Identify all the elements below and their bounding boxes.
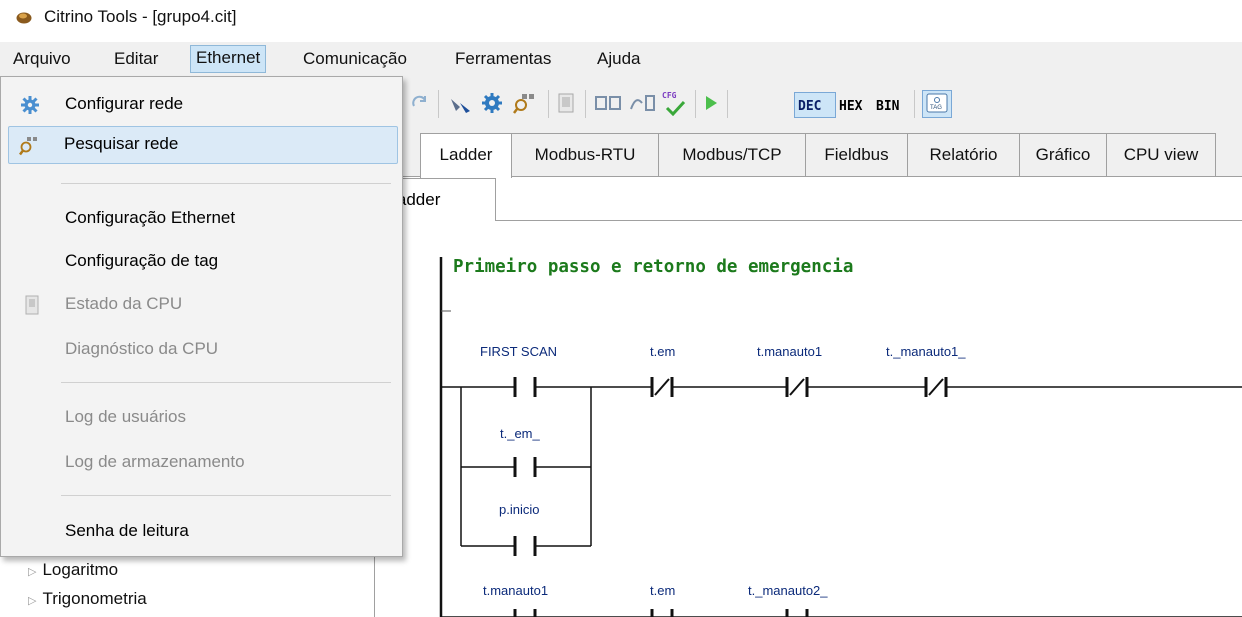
cpu-status-icon (25, 295, 39, 315)
menu-item-estado-da-cpu[interactable]: Estado da CPU (2, 286, 401, 322)
bin-button[interactable]: BIN (876, 99, 899, 114)
tree-item-trigonometria[interactable]: ▷ Trigonometria (28, 589, 147, 609)
app-logo-icon (16, 12, 32, 24)
toolbar-separator (585, 90, 586, 118)
expand-arrow-icon[interactable]: ▷ (28, 595, 36, 607)
menu-item-senha-de-leitura[interactable]: Senha de leitura (2, 513, 401, 549)
expand-arrow-icon[interactable]: ▷ (28, 566, 36, 578)
tab-modbus-tcp[interactable]: Modbus/TCP (658, 133, 806, 176)
menu-item-label: Senha de leitura (65, 521, 189, 540)
window-title: Citrino Tools - [grupo4.cit] (44, 7, 237, 26)
tag-label: TAG (930, 105, 942, 111)
ladder-diagram[interactable] (375, 221, 1242, 617)
menu-item-label: Diagnóstico da CPU (65, 339, 219, 358)
tree-item-label: Logaritmo (42, 560, 119, 579)
menu-editar[interactable]: Editar (109, 46, 163, 72)
hex-button[interactable]: HEX (839, 99, 862, 114)
menu-arquivo[interactable]: Arquivo (8, 46, 76, 72)
menu-separator (61, 495, 391, 496)
menu-item-label: Estado da CPU (65, 294, 183, 313)
toolbar-separator (695, 90, 696, 118)
menu-item-label: Pesquisar rede (64, 134, 179, 153)
menu-item-log-de-usuarios[interactable]: Log de usuários (2, 399, 401, 435)
menu-comunicacao[interactable]: Comunicação (298, 46, 412, 72)
menu-ethernet[interactable]: Ethernet (190, 45, 267, 73)
menu-item-configuracao-ethernet[interactable]: Configuração Ethernet (2, 200, 401, 236)
menu-item-label: Log de armazenamento (65, 452, 245, 471)
ethernet-dropdown-menu: Configurar rede Pesquisar rede Configura… (0, 76, 403, 557)
tree-item-label: Trigonometria (42, 589, 147, 608)
gap (516, 381, 534, 393)
menu-item-label: Configurar rede (65, 94, 184, 113)
cfg-check-label: CFG (662, 91, 677, 100)
contact-no (513, 609, 809, 617)
tab-modbus-rtu[interactable]: Modbus-RTU (511, 133, 659, 176)
menu-item-pesquisar-rede[interactable]: Pesquisar rede (8, 126, 398, 164)
run-icon[interactable] (703, 94, 719, 112)
write-icon[interactable] (448, 91, 474, 115)
cpu-icon[interactable] (556, 92, 576, 114)
menu-item-configuracao-de-tag[interactable]: Configuração de tag (2, 243, 401, 279)
connect-icon[interactable] (594, 93, 624, 113)
menu-item-log-de-armazenamento[interactable]: Log de armazenamento (2, 444, 401, 480)
network-search-icon[interactable] (512, 91, 538, 115)
toolbar-separator (438, 90, 439, 118)
tree-item-logaritmo[interactable]: ▷ Logaritmo (28, 560, 118, 580)
settings-gear-icon[interactable] (480, 91, 504, 115)
menu-separator (61, 382, 391, 383)
menu-separator (61, 183, 391, 184)
menu-item-label: Log de usuários (65, 407, 186, 426)
tag-button[interactable]: TAG (922, 90, 952, 118)
gear-icon (21, 96, 39, 114)
redo-icon[interactable] (410, 92, 430, 112)
toolbar-separator (727, 90, 728, 118)
menu-item-configurar-rede[interactable]: Configurar rede (2, 86, 401, 122)
menu-ajuda[interactable]: Ajuda (592, 46, 645, 72)
menu-item-diagnostico-da-cpu[interactable]: Diagnóstico da CPU (2, 331, 401, 367)
menu-item-label: Configuração de tag (65, 251, 219, 270)
dec-button[interactable]: DEC (798, 99, 821, 114)
menu-ferramentas[interactable]: Ferramentas (450, 46, 556, 72)
check-icon[interactable] (664, 100, 686, 116)
tab-fieldbus[interactable]: Fieldbus (805, 133, 908, 176)
tab-ladder[interactable]: Ladder (420, 133, 512, 178)
tab-relatorio[interactable]: Relatório (907, 133, 1020, 176)
toolbar-separator (548, 90, 549, 118)
disconnect-icon[interactable] (628, 93, 658, 113)
network-search-icon (19, 137, 37, 156)
toolbar-separator (914, 90, 915, 118)
tab-cpu-view[interactable]: CPU view (1106, 133, 1216, 176)
tab-grafico[interactable]: Gráfico (1019, 133, 1107, 176)
menu-item-label: Configuração Ethernet (65, 208, 236, 227)
